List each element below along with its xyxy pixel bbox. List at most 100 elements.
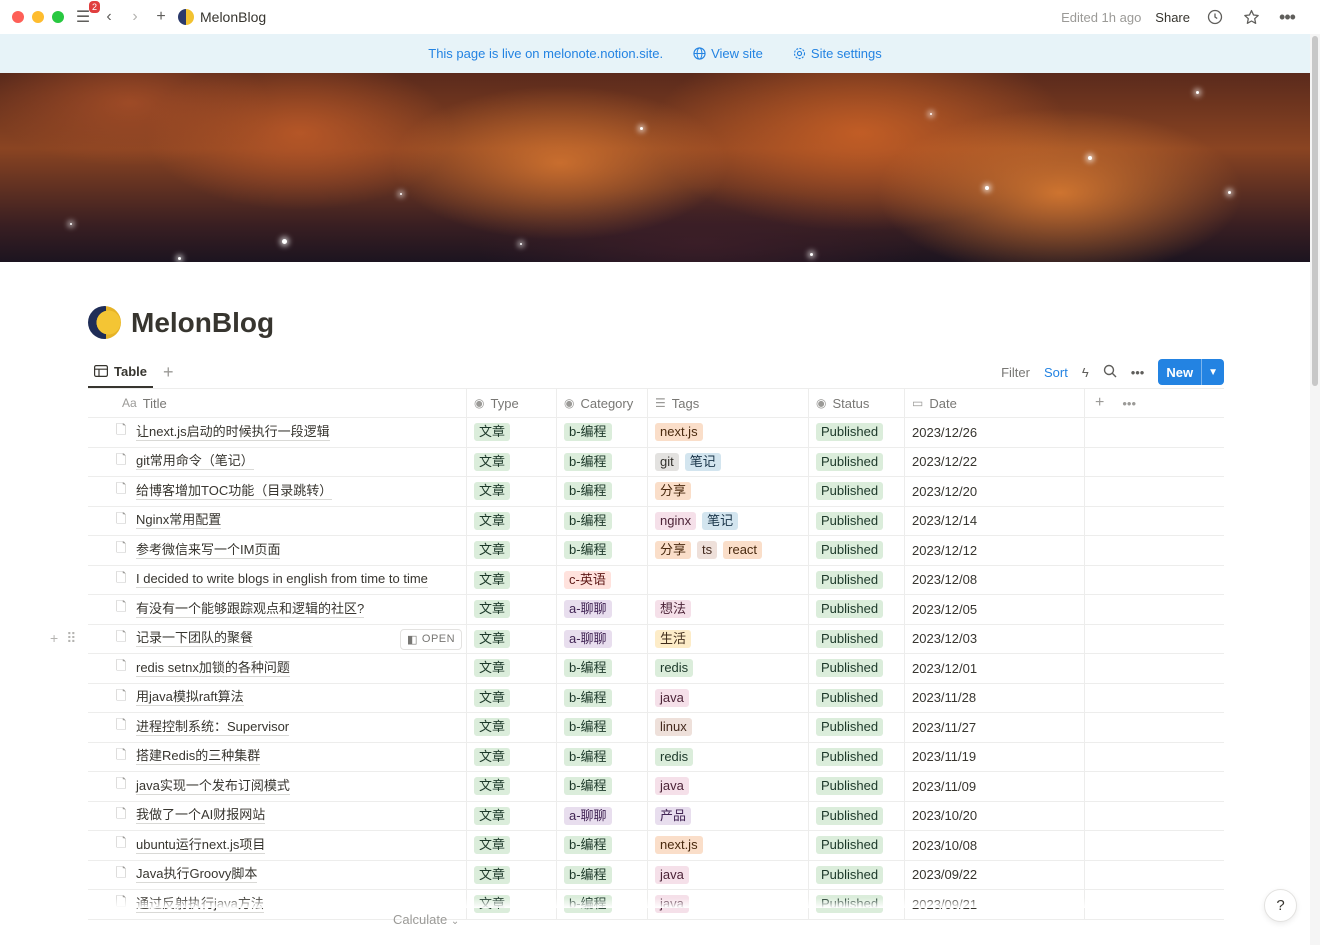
row-title[interactable]: 记录一下团队的聚餐 xyxy=(136,630,254,648)
tag-pill[interactable]: 笔记 xyxy=(684,452,721,471)
type-cell[interactable]: 文章 xyxy=(467,447,557,476)
type-cell[interactable]: 文章 xyxy=(467,477,557,506)
type-pill[interactable]: 文章 xyxy=(474,865,511,884)
table-row[interactable]: 🗋 Nginx常用配置 文章 b-编程 nginx 笔记 Published 2023/12/… xyxy=(88,506,1224,536)
category-pill[interactable]: b-编程 xyxy=(564,836,612,855)
type-pill[interactable]: 文章 xyxy=(474,511,511,530)
type-cell[interactable]: 文章 xyxy=(467,713,557,742)
status-pill[interactable]: Published xyxy=(816,511,884,530)
tag-pill[interactable]: git xyxy=(655,452,679,471)
tag-pill[interactable]: redis xyxy=(655,659,694,678)
type-pill[interactable]: 文章 xyxy=(474,452,511,471)
tag-pill[interactable]: 生活 xyxy=(655,629,692,648)
type-cell[interactable]: 文章 xyxy=(467,506,557,535)
type-pill[interactable]: 文章 xyxy=(474,659,511,678)
date-cell[interactable]: 2023/12/01 xyxy=(905,654,1085,683)
type-cell[interactable]: 文章 xyxy=(467,772,557,801)
tags-cell[interactable]: next.js xyxy=(648,831,809,860)
status-pill[interactable]: Published xyxy=(816,688,884,707)
date-cell[interactable]: 2023/10/20 xyxy=(905,801,1085,830)
category-pill[interactable]: b-编程 xyxy=(564,482,612,501)
status-pill[interactable]: Published xyxy=(816,629,884,648)
category-cell[interactable]: a-聊聊 xyxy=(557,624,648,653)
automation-button[interactable]: ϟ xyxy=(1082,365,1089,380)
title-cell[interactable]: 🗋 ubuntu运行next.js项目 xyxy=(88,831,467,860)
status-cell[interactable]: Published xyxy=(809,654,905,683)
table-row[interactable]: 🗋 进程控制系统：Supervisor 文章 b-编程 linux Published 20… xyxy=(88,713,1224,743)
row-title[interactable]: java实现一个发布订阅模式 xyxy=(136,778,290,795)
status-cell[interactable]: Published xyxy=(809,860,905,889)
page-title[interactable]: MelonBlog xyxy=(131,307,274,339)
type-pill[interactable]: 文章 xyxy=(474,423,511,442)
table-row[interactable]: 🗋 参考微信来写一个IM页面 文章 b-编程 分享 ts react Published 202… xyxy=(88,536,1224,566)
status-pill[interactable]: Published xyxy=(816,423,884,442)
tags-cell[interactable]: 分享 ts react xyxy=(648,536,809,565)
tag-pill[interactable]: 分享 xyxy=(655,482,692,501)
date-cell[interactable]: 2023/12/12 xyxy=(905,536,1085,565)
category-cell[interactable]: b-编程 xyxy=(557,742,648,771)
status-cell[interactable]: Published xyxy=(809,713,905,742)
row-title[interactable]: 进程控制系统：Supervisor xyxy=(136,719,290,736)
category-pill[interactable]: b-编程 xyxy=(564,511,612,530)
category-pill[interactable]: a-聊聊 xyxy=(564,600,612,619)
status-cell[interactable]: Published xyxy=(809,506,905,535)
row-title[interactable]: 我做了一个AI财报网站 xyxy=(136,807,266,825)
view-site-link[interactable]: View site xyxy=(693,46,763,61)
status-cell[interactable]: Published xyxy=(809,742,905,771)
title-cell[interactable]: 🗋 参考微信来写一个IM页面 xyxy=(88,536,467,565)
status-cell[interactable]: Published xyxy=(809,447,905,476)
column-header-tags[interactable]: ☰ Tags xyxy=(648,389,809,417)
category-pill[interactable]: b-编程 xyxy=(564,718,612,737)
category-cell[interactable]: a-聊聊 xyxy=(557,801,648,830)
type-cell[interactable]: 文章 xyxy=(467,536,557,565)
view-options-button[interactable]: ••• xyxy=(1131,365,1145,380)
tag-pill[interactable]: 想法 xyxy=(655,600,692,619)
type-cell[interactable]: 文章 xyxy=(467,742,557,771)
status-pill[interactable]: Published xyxy=(816,482,884,501)
tag-pill[interactable]: java xyxy=(655,777,689,796)
type-pill[interactable]: 文章 xyxy=(474,777,511,796)
title-cell[interactable]: 🗋 Nginx常用配置 xyxy=(88,506,467,535)
row-title[interactable]: Java执行Groovy脚本 xyxy=(136,866,258,884)
column-header-title[interactable]: Aa Title xyxy=(88,389,467,417)
date-cell[interactable]: 2023/12/22 xyxy=(905,447,1085,476)
row-title[interactable]: 参考微信来写一个IM页面 xyxy=(136,542,281,559)
status-pill[interactable]: Published xyxy=(816,806,884,825)
open-page-button[interactable]: ◧ OPEN xyxy=(400,628,463,650)
share-button[interactable]: Share xyxy=(1155,10,1190,25)
row-title[interactable]: I decided to write blogs in english from… xyxy=(136,571,428,589)
tag-pill[interactable]: react xyxy=(723,541,763,560)
back-button[interactable]: ‹ xyxy=(98,6,120,28)
add-row-button[interactable]: + xyxy=(50,630,58,647)
tags-cell[interactable]: git 笔记 xyxy=(648,447,809,476)
tags-cell[interactable]: 分享 xyxy=(648,477,809,506)
tag-pill[interactable]: linux xyxy=(655,718,692,737)
category-pill[interactable]: b-编程 xyxy=(564,777,612,796)
type-cell[interactable]: 文章 xyxy=(467,831,557,860)
status-cell[interactable]: Published xyxy=(809,418,905,447)
row-title[interactable]: redis setnx加锁的各种问题 xyxy=(136,660,290,677)
title-cell[interactable]: 🗋 git常用命令（笔记） xyxy=(88,447,467,476)
title-cell[interactable]: 🗋 给博客增加TOC功能（目录跳转） xyxy=(88,477,467,506)
category-cell[interactable]: b-编程 xyxy=(557,477,648,506)
minimize-window-button[interactable] xyxy=(32,11,44,23)
table-row[interactable]: 🗋 有没有一个能够跟踪观点和逻辑的社区? 文章 a-聊聊 想法 Published 2023… xyxy=(88,595,1224,625)
category-cell[interactable]: b-编程 xyxy=(557,683,648,712)
scrollbar-thumb[interactable] xyxy=(1312,36,1318,386)
date-cell[interactable]: 2023/11/09 xyxy=(905,772,1085,801)
date-cell[interactable]: 2023/12/26 xyxy=(905,418,1085,447)
close-window-button[interactable] xyxy=(12,11,24,23)
site-settings-link[interactable]: Site settings xyxy=(793,46,882,61)
chevron-down-icon[interactable]: ▼ xyxy=(1201,359,1224,385)
tag-pill[interactable]: 产品 xyxy=(655,806,692,825)
status-pill[interactable]: Published xyxy=(816,659,884,678)
maximize-window-button[interactable] xyxy=(52,11,64,23)
category-cell[interactable]: b-编程 xyxy=(557,536,648,565)
status-pill[interactable]: Published xyxy=(816,718,884,737)
category-pill[interactable]: b-编程 xyxy=(564,541,612,560)
tags-cell[interactable]: next.js xyxy=(648,418,809,447)
type-pill[interactable]: 文章 xyxy=(474,482,511,501)
status-cell[interactable]: Published xyxy=(809,477,905,506)
date-cell[interactable]: 2023/12/03 xyxy=(905,624,1085,653)
type-pill[interactable]: 文章 xyxy=(474,629,511,648)
